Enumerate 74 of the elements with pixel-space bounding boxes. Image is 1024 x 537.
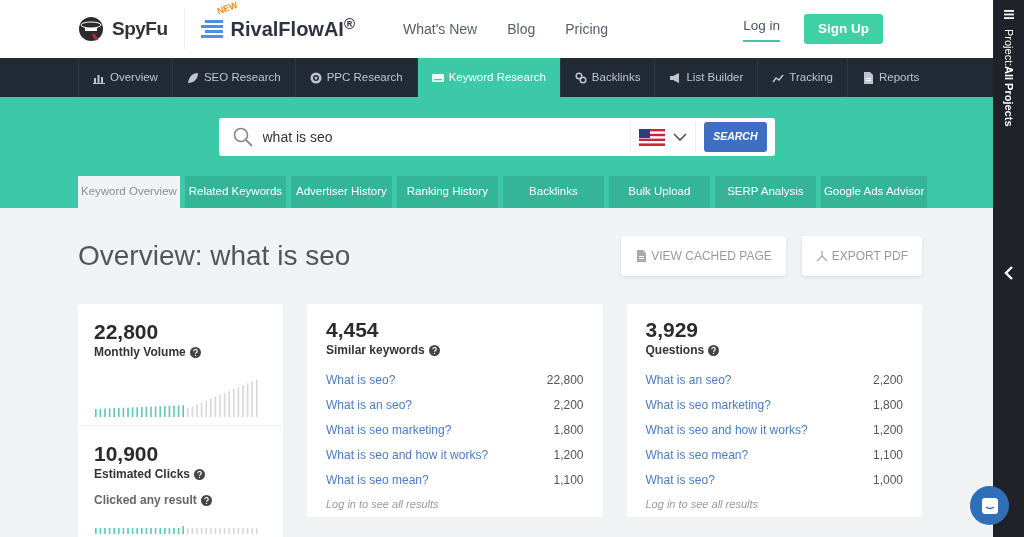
volume-value: 1,100 xyxy=(553,471,584,489)
keyword-link[interactable]: What is seo marketing? xyxy=(645,395,771,414)
keyword-link[interactable]: What is an seo? xyxy=(645,370,732,389)
stripes-logo-icon xyxy=(200,19,223,39)
us-flag-icon[interactable] xyxy=(639,128,666,146)
nav-link[interactable]: Blog xyxy=(507,18,536,40)
volume-value: 1,000 xyxy=(872,471,903,489)
chevron-down-icon[interactable] xyxy=(673,132,688,142)
volume-label: Monthly Volume xyxy=(94,344,186,362)
help-icon[interactable] xyxy=(194,468,206,480)
volume-value: 1,200 xyxy=(553,446,584,464)
count-value: 4,454 xyxy=(326,318,380,342)
login-hint: Log in to see all results xyxy=(326,497,440,513)
search-field[interactable]: what is seo SEARCH xyxy=(218,118,775,156)
megaphone-icon xyxy=(669,71,682,84)
chat-icon xyxy=(980,496,999,515)
sub-tab[interactable]: Related Keywords xyxy=(184,176,286,208)
volume-value: 2,200 xyxy=(872,371,903,389)
keyword-link[interactable]: What is an seo? xyxy=(326,395,413,414)
volume-value: 22,800 xyxy=(546,371,584,389)
nav-link[interactable]: Pricing xyxy=(565,18,609,40)
volume-value: 22,800 xyxy=(94,320,160,344)
sub-tab[interactable]: SERP Analysis xyxy=(714,176,816,208)
target-icon xyxy=(309,71,322,84)
list-label: Questions xyxy=(645,342,705,360)
keyword-link[interactable]: What is seo mean? xyxy=(326,470,429,489)
keyword-link[interactable]: What is seo marketing? xyxy=(326,420,452,439)
page-title: Overview: what is seo xyxy=(78,239,351,273)
sub-tab[interactable]: Ranking History xyxy=(396,176,498,208)
action-button[interactable]: EXPORT PDF xyxy=(801,236,922,276)
keyword-link[interactable]: What is seo and how it works? xyxy=(326,445,489,464)
volume-value: 1,800 xyxy=(872,396,903,414)
menu-icon[interactable] xyxy=(1003,10,1014,19)
keyboard-icon xyxy=(431,71,444,84)
project-label: Project: xyxy=(1002,29,1015,67)
keyword-link[interactable]: What is seo? xyxy=(326,370,396,389)
link-icon xyxy=(574,71,587,84)
spy-logo-icon xyxy=(78,16,104,42)
rivalflow-logo[interactable]: RivalFlowAI$^{®}$ xyxy=(230,18,355,40)
sub-tab[interactable]: Bulk Upload xyxy=(608,176,710,208)
keyword-link[interactable]: What is seo? xyxy=(645,470,715,489)
help-icon[interactable] xyxy=(200,494,212,506)
document-icon xyxy=(635,250,648,262)
keyword-link[interactable]: What is seo and how it works? xyxy=(645,420,808,439)
help-icon[interactable] xyxy=(708,344,720,356)
chevron-left-icon[interactable] xyxy=(1003,264,1014,281)
search-button[interactable]: SEARCH xyxy=(704,122,767,152)
count-value: 3,929 xyxy=(645,318,700,342)
help-icon[interactable] xyxy=(428,344,440,356)
login-link[interactable]: Log in xyxy=(743,16,780,42)
new-tag: NEW xyxy=(214,0,240,19)
help-icon[interactable] xyxy=(189,346,201,358)
keyword-link[interactable]: What is seo mean? xyxy=(645,445,749,464)
pdf-icon xyxy=(815,250,828,262)
sub-tab[interactable]: Advertiser History xyxy=(290,176,392,208)
document-icon xyxy=(862,71,874,84)
list-label: Similar keywords xyxy=(326,342,425,360)
sub-tab[interactable]: Backlinks xyxy=(502,176,604,208)
sub-tab[interactable]: Google Ads Advisor xyxy=(820,176,928,208)
clicked-label: Clicked any result xyxy=(94,492,197,510)
nav-link[interactable]: What's New xyxy=(403,18,478,40)
clicks-value: 10,900 xyxy=(94,442,160,466)
login-hint: Log in to see all results xyxy=(645,497,759,513)
sub-tab[interactable]: Keyword Overview xyxy=(78,176,180,208)
volume-value: 2,200 xyxy=(553,396,584,414)
project-name[interactable]: All Projects xyxy=(1002,66,1015,127)
volume-value: 1,800 xyxy=(553,421,584,439)
leaf-icon xyxy=(186,71,199,84)
spyfu-logo[interactable]: SpyFu xyxy=(112,14,168,44)
search-icon xyxy=(232,127,253,147)
volume-value: 1,100 xyxy=(872,446,903,464)
volume-value: 1,200 xyxy=(872,421,903,439)
action-button[interactable]: VIEW CACHED PAGE xyxy=(621,236,786,276)
clicks-label: Estimated Clicks xyxy=(94,466,191,484)
